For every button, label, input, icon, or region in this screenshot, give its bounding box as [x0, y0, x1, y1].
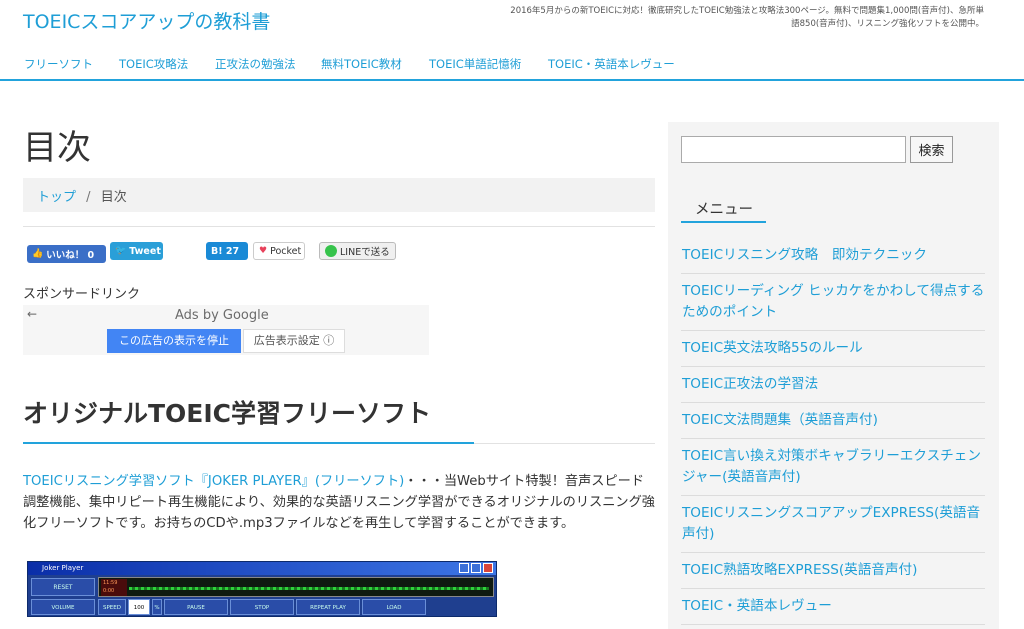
player-waveform: 11:59 0:00	[98, 577, 494, 597]
facebook-like-label: いいね！ 0	[46, 250, 95, 261]
menu-item-grammar-rules[interactable]: TOEIC英文法攻略55のルール	[681, 331, 985, 367]
line-icon	[325, 245, 337, 257]
intro-paragraph: TOEICリスニング学習ソフト『JOKER PLAYER』(フリーソフト)・・・…	[23, 471, 655, 534]
nav-item-book-review[interactable]: TOEIC・英語本レヴュー	[548, 56, 675, 72]
sidebar: 検索 メニュー TOEICリスニング攻略 即効テクニック TOEICリーディング…	[668, 122, 999, 629]
close-icon	[483, 563, 493, 573]
maximize-icon	[471, 563, 481, 573]
joker-player-screenshot: Joker Player RESET 11:59 0:00 VOLUME SPE…	[27, 561, 497, 617]
joker-player-link[interactable]: TOEICリスニング学習ソフト『JOKER PLAYER』(フリーソフト)	[23, 474, 404, 489]
player-volume: VOLUME	[31, 599, 95, 615]
stop-ad-button[interactable]: この広告の表示を停止	[107, 329, 241, 353]
breadcrumb: トップ / 目次	[23, 178, 655, 212]
search-input[interactable]	[681, 136, 906, 163]
hatena-bookmark-button[interactable]: B! 27	[206, 242, 248, 260]
player-time-readout: 11:59 0:00	[101, 579, 127, 596]
waveform-line	[129, 587, 489, 590]
menu-list: TOEICリスニング攻略 即効テクニック TOEICリーディング ヒッカケをかわ…	[681, 238, 985, 625]
breadcrumb-home-link[interactable]: トップ	[37, 190, 76, 205]
player-reset-button: RESET	[31, 578, 95, 596]
player-speed-percent: %	[152, 599, 162, 615]
sponsor-label: スポンサードリンク	[23, 287, 141, 302]
nav-item-study-method[interactable]: 正攻法の勉強法	[215, 56, 296, 72]
tweet-button[interactable]: 🐦 Tweet	[110, 242, 163, 260]
divider	[474, 443, 655, 444]
minimize-icon	[459, 563, 469, 573]
breadcrumb-separator: /	[86, 190, 91, 205]
nav-item-free-software[interactable]: フリーソフト	[24, 56, 93, 72]
section-heading-underline	[23, 442, 474, 444]
pocket-icon: ♥	[259, 246, 268, 256]
nav-item-free-materials[interactable]: 無料TOEIC教材	[321, 56, 402, 72]
menu-item-vocab-exchanger[interactable]: TOEIC言い換え対策ボキャブラリーエクスチェンジャー(英語音声付)	[681, 439, 985, 496]
menu-item-grammar-drills[interactable]: TOEIC文法問題集（英語音声付)	[681, 403, 985, 439]
tweet-label: Tweet	[129, 245, 161, 257]
twitter-bird-icon: 🐦	[115, 246, 127, 256]
ad-box: ← Ads by Google この広告の表示を停止 広告表示設定 ⓘ	[23, 305, 429, 355]
section-heading: オリジナルTOEIC学習フリーソフト	[23, 399, 432, 428]
menu-item-listening[interactable]: TOEICリスニング攻略 即効テクニック	[681, 238, 985, 274]
breadcrumb-current: 目次	[100, 190, 127, 205]
divider	[23, 226, 655, 227]
menu-heading: メニュー	[681, 190, 766, 223]
line-share-label: LINEで送る	[340, 247, 390, 258]
global-nav: フリーソフト TOEIC攻略法 正攻法の勉強法 無料TOEIC教材 TOEIC単…	[0, 55, 1024, 81]
player-title-bar: Joker Player	[28, 562, 496, 575]
player-speed-label: SPEED	[98, 599, 126, 615]
player-stop-button: STOP	[230, 599, 294, 615]
nav-item-toeic-strategy[interactable]: TOEIC攻略法	[119, 56, 188, 72]
facebook-like-button[interactable]: 👍 いいね！ 0	[27, 245, 106, 263]
menu-item-listening-express[interactable]: TOEICリスニングスコアアップEXPRESS(英語音声付)	[681, 496, 985, 553]
thumbs-up-icon: 👍	[32, 249, 44, 259]
player-pause-button: PAUSE	[164, 599, 228, 615]
pocket-button[interactable]: ♥ Pocket	[253, 242, 305, 260]
search-button[interactable]: 検索	[910, 136, 953, 163]
menu-item-book-review[interactable]: TOEIC・英語本レヴュー	[681, 589, 985, 625]
ad-settings-button[interactable]: 広告表示設定 ⓘ	[243, 329, 345, 353]
nav-item-vocab-memory[interactable]: TOEIC単語記憶術	[429, 56, 521, 72]
back-arrow-icon[interactable]: ←	[27, 307, 37, 321]
menu-item-reading[interactable]: TOEICリーディング ヒッカケをかわして得点するためのポイント	[681, 274, 985, 331]
player-speed-value: 100	[128, 599, 150, 615]
site-title-link[interactable]: TOEICスコアアップの教科書	[23, 7, 270, 34]
pocket-label: Pocket	[270, 245, 302, 257]
player-load-button: LOAD	[362, 599, 426, 615]
site-tagline: 2016年5月からの新TOEICに対応！徹底研究したTOEIC勉強法と攻略法30…	[510, 6, 984, 29]
page-title: 目次	[23, 128, 91, 168]
hatena-bookmark-label: B! 27	[211, 245, 240, 257]
player-repeat-button: REPEAT PLAY	[296, 599, 360, 615]
ads-by-google-label: Ads by Google	[175, 308, 269, 323]
player-window-buttons	[459, 563, 493, 573]
menu-item-study-method[interactable]: TOEIC正攻法の学習法	[681, 367, 985, 403]
menu-item-idiom-express[interactable]: TOEIC熟語攻略EXPRESS(英語音声付)	[681, 553, 985, 589]
line-share-button[interactable]: LINEで送る	[319, 242, 396, 260]
